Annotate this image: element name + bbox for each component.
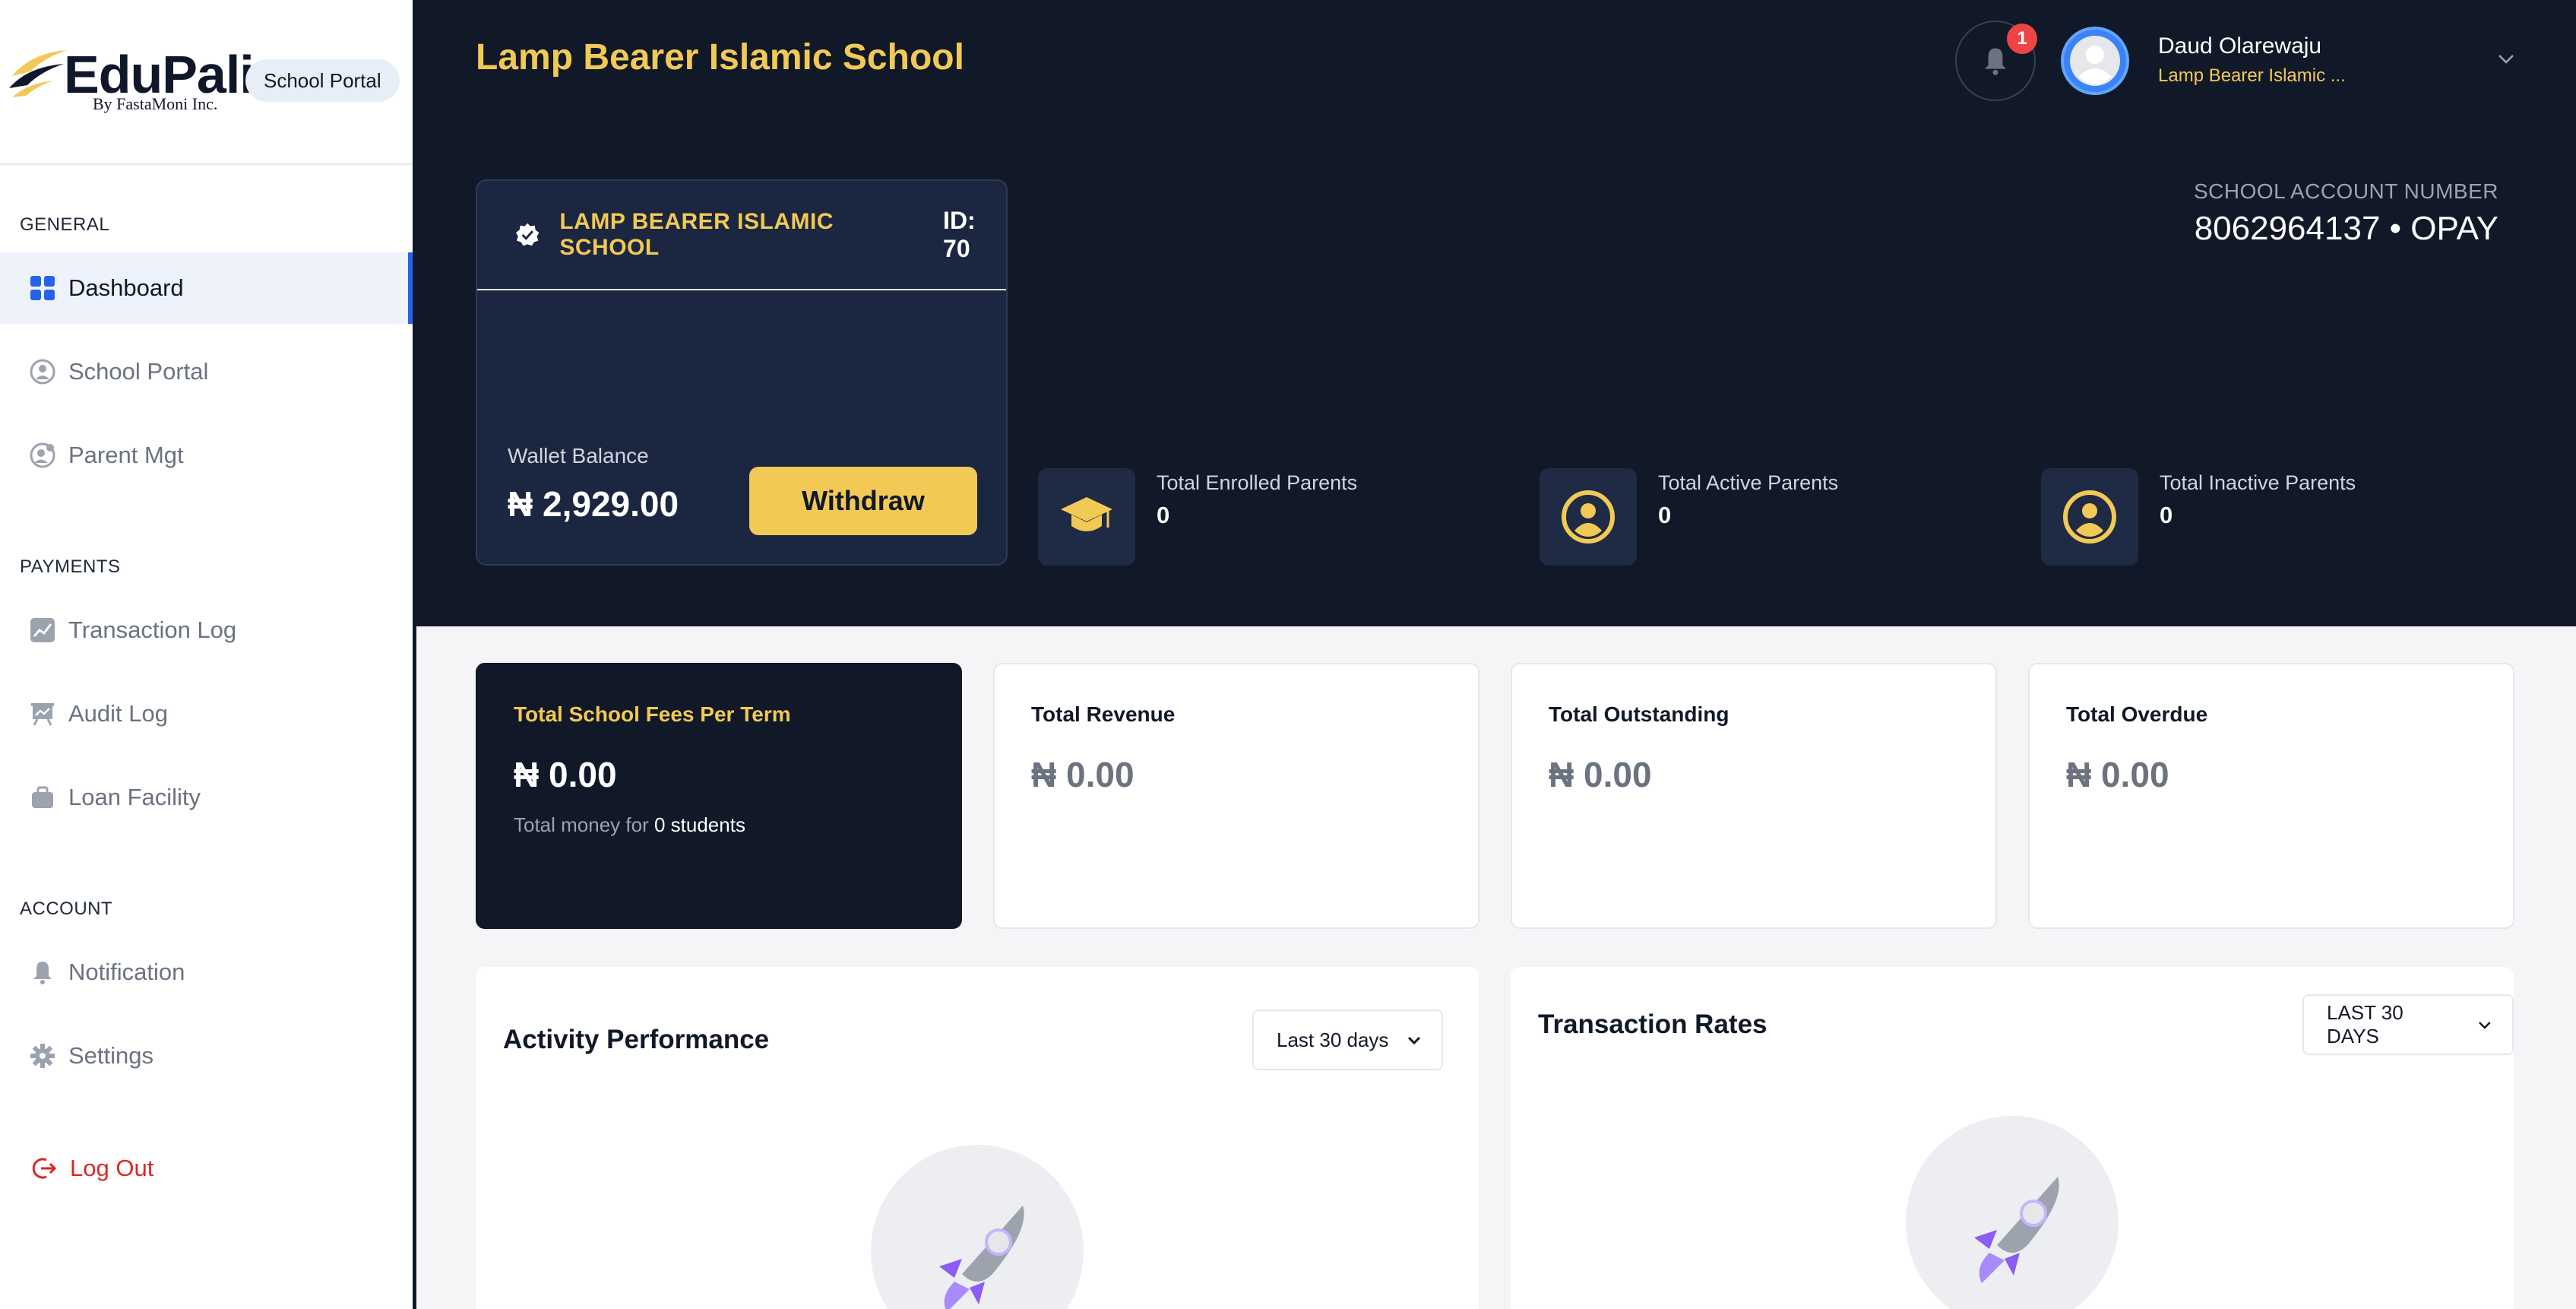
wallet-card-header: LAMP BEARER ISLAMIC SCHOOL ID: 70	[477, 181, 1006, 290]
avatar[interactable]	[2061, 27, 2129, 95]
user-avatar-icon	[2070, 36, 2120, 86]
verified-badge-icon	[515, 223, 540, 246]
dashboard-header: Lamp Bearer Islamic School 1 Daud Olarew…	[416, 0, 2576, 626]
portal-badge: School Portal	[245, 59, 400, 102]
panel-title: Activity Performance	[503, 1025, 770, 1054]
sidebar-item-audit-log[interactable]: Audit Log	[0, 678, 413, 750]
stat-icon-box	[1038, 468, 1135, 566]
sidebar: EduPali By FastaMoni Inc. School Portal …	[0, 0, 416, 1309]
stat-icon-box	[1540, 468, 1637, 566]
user-circle-icon	[2063, 490, 2116, 544]
panel-title: Transaction Rates	[1538, 1009, 1767, 1039]
withdraw-button[interactable]: Withdraw	[749, 467, 977, 535]
grid-icon	[29, 274, 56, 302]
logout-button[interactable]: Log Out	[0, 1133, 413, 1204]
stat-label: Total Inactive Parents	[2160, 471, 2356, 494]
chevron-down-icon	[2479, 1022, 2491, 1029]
logout-icon	[30, 1155, 58, 1182]
presentation-icon	[29, 700, 56, 727]
card-total-revenue: Total Revenue ₦ 0.00	[993, 663, 1479, 929]
wallet-school-id: ID: 70	[943, 207, 976, 262]
chevron-down-icon[interactable]	[2495, 47, 2517, 70]
notification-button[interactable]: 1	[1955, 21, 2037, 101]
section-title-general: GENERAL	[20, 214, 110, 235]
card-total-outstanding: Total Outstanding ₦ 0.00	[1511, 663, 1997, 929]
card-value: ₦ 0.00	[514, 755, 617, 794]
sidebar-item-label: Audit Log	[68, 700, 168, 727]
card-value: ₦ 0.00	[1031, 755, 1135, 794]
sidebar-item-label: Settings	[68, 1042, 154, 1069]
stat-value: 0	[1658, 502, 1672, 528]
card-subtext-prefix: Total money for	[514, 813, 649, 836]
stat-value: 0	[2160, 502, 2173, 528]
chevron-down-icon	[1408, 1036, 1421, 1045]
transaction-range-select[interactable]: LAST 30 DAYS	[2302, 994, 2514, 1055]
card-subtext-students: 0 students	[653, 813, 745, 836]
activity-range-select[interactable]: Last 30 days	[1252, 1009, 1444, 1070]
chart-line-icon	[29, 616, 56, 644]
sidebar-item-dashboard[interactable]: Dashboard	[0, 252, 413, 324]
bell-icon	[1984, 48, 2007, 75]
section-title-account: ACCOUNT	[20, 899, 113, 919]
user-name: Daud Olarewaju	[2158, 33, 2322, 59]
sidebar-item-settings[interactable]: Settings	[0, 1020, 413, 1092]
card-title: Total Outstanding	[1549, 702, 1729, 726]
account-number-value: 8062964137 • OPAY	[2194, 210, 2498, 247]
brand-header: EduPali By FastaMoni Inc. School Portal	[0, 0, 413, 165]
edupali-logo[interactable]: EduPali By FastaMoni Inc.	[8, 44, 255, 120]
logout-label: Log Out	[70, 1155, 154, 1181]
section-title-payments: PAYMENTS	[20, 556, 121, 577]
transaction-rates-panel: Transaction Rates LAST 30 DAYS	[1511, 967, 2514, 1309]
card-title: Total School Fees Per Term	[514, 702, 791, 726]
stat-label: Total Enrolled Parents	[1157, 471, 1358, 494]
stat-label: Total Active Parents	[1658, 471, 1839, 494]
rocket-icon	[939, 1206, 1024, 1309]
wallet-balance-label: Wallet Balance	[508, 444, 649, 468]
stat-icon-box	[2041, 468, 2138, 566]
card-title: Total Revenue	[1031, 702, 1176, 726]
logo-byline: By FastaMoni Inc.	[93, 94, 218, 113]
card-school-fees: Total School Fees Per Term ₦ 0.00 Total …	[476, 663, 962, 929]
card-title: Total Overdue	[2066, 702, 2208, 726]
stat-value: 0	[1157, 502, 1170, 528]
edupali-logo-mark-icon	[9, 50, 67, 97]
notification-count-badge: 1	[2007, 24, 2037, 54]
user-circle-icon	[1562, 490, 1615, 544]
wallet-school-name: LAMP BEARER ISLAMIC SCHOOL	[559, 209, 834, 260]
wallet-card: LAMP BEARER ISLAMIC SCHOOL ID: 70 Wallet…	[476, 179, 1008, 566]
main-content: Total School Fees Per Term ₦ 0.00 Total …	[424, 626, 2576, 1309]
gear-icon	[29, 1042, 56, 1070]
sidebar-item-label: Parent Mgt	[68, 442, 184, 468]
graduation-cap-icon	[1061, 497, 1112, 531]
user-school: Lamp Bearer Islamic ...	[2158, 65, 2346, 86]
bell-icon	[29, 959, 56, 986]
wallet-balance-value: ₦ 2,929.00	[508, 484, 679, 524]
select-value: LAST 30 DAYS	[2327, 1001, 2404, 1048]
empty-state-illustration	[1906, 1116, 2119, 1309]
sidebar-item-notification[interactable]: Notification	[0, 937, 413, 1008]
briefcase-icon	[29, 784, 56, 811]
sidebar-item-label: Transaction Log	[68, 616, 237, 643]
card-subtext: Total money for 0 students	[514, 813, 745, 837]
activity-performance-panel: Activity Performance Last 30 days	[476, 967, 1479, 1309]
sidebar-item-transaction-log[interactable]: Transaction Log	[0, 594, 413, 666]
user-circle-icon	[29, 358, 56, 385]
card-value: ₦ 0.00	[1549, 755, 1652, 794]
sidebar-item-label: Loan Facility	[68, 784, 201, 810]
sidebar-item-label: Dashboard	[68, 274, 184, 301]
user-gear-icon	[29, 442, 56, 469]
card-value: ₦ 0.00	[2066, 755, 2169, 794]
page-title: Lamp Bearer Islamic School	[476, 37, 964, 78]
sidebar-item-label: Notification	[68, 959, 185, 985]
sidebar-item-school-portal[interactable]: School Portal	[0, 336, 413, 407]
select-value: Last 30 days	[1277, 1028, 1389, 1051]
sidebar-item-loan-facility[interactable]: Loan Facility	[0, 762, 413, 833]
sidebar-item-parent-mgt[interactable]: Parent Mgt	[0, 420, 413, 491]
account-number-label: SCHOOL ACCOUNT NUMBER	[2194, 179, 2498, 203]
sidebar-item-label: School Portal	[68, 358, 209, 385]
card-total-overdue: Total Overdue ₦ 0.00	[2028, 663, 2514, 929]
rocket-icon	[1974, 1177, 2059, 1283]
empty-state-illustration	[871, 1145, 1084, 1309]
